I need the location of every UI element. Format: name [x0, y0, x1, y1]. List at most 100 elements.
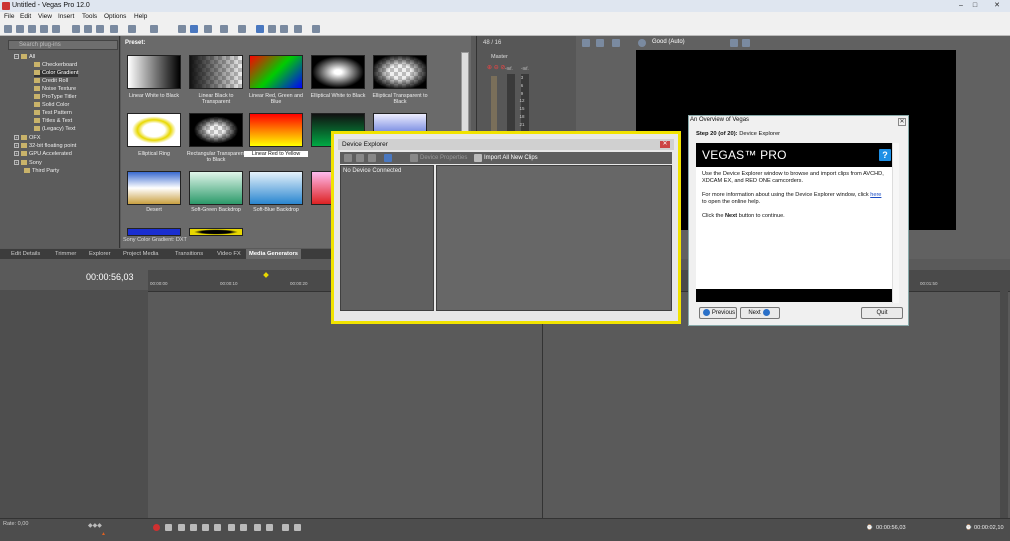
tree-item[interactable]: − All [14, 54, 35, 61]
import-icon[interactable] [474, 154, 482, 162]
tab-explorer[interactable]: Explorer [86, 249, 114, 259]
tab-project-media[interactable]: Project Media [120, 249, 161, 259]
ignore-grouping-icon[interactable] [238, 25, 246, 33]
help-icon[interactable]: ? [879, 149, 891, 161]
selection-tool-icon[interactable] [280, 25, 288, 33]
external-monitor-icon[interactable] [596, 39, 604, 47]
preset-thumbnail[interactable] [249, 113, 303, 147]
device-explorer-close-icon[interactable]: ✕ [660, 141, 670, 148]
preview-quality-select[interactable]: Good (Auto) [652, 39, 685, 45]
new-icon[interactable] [4, 25, 12, 33]
render-icon[interactable] [52, 25, 60, 33]
back-icon[interactable] [344, 154, 352, 162]
tree-item[interactable]: +32-bit floating point [14, 143, 76, 150]
envelope-tool-icon[interactable] [268, 25, 276, 33]
tab-transitions[interactable]: Transitions [172, 249, 206, 259]
online-help-link[interactable]: here [870, 192, 881, 198]
whats-this-icon[interactable] [312, 25, 320, 33]
tab-video-fx[interactable]: Video FX [214, 249, 244, 259]
tree-item[interactable]: ProType Titler [34, 94, 77, 101]
tree-item-selected[interactable]: Color Gradient [34, 70, 79, 77]
preset-thumbnail[interactable] [127, 171, 181, 205]
save-icon[interactable] [28, 25, 36, 33]
record-icon[interactable] [153, 524, 160, 531]
go-to-end-icon[interactable] [240, 524, 247, 531]
tree-item[interactable]: Checkerboard [34, 62, 77, 69]
menu-insert[interactable]: Insert [58, 12, 74, 22]
forward-icon[interactable] [356, 154, 364, 162]
tree-item[interactable]: Titles & Text [34, 118, 72, 125]
device-list[interactable]: No Device Connected [340, 165, 434, 311]
preset-thumbnail[interactable] [311, 55, 365, 89]
zoom-tool-icon[interactable] [294, 25, 302, 33]
preset-thumbnail[interactable] [189, 171, 243, 205]
redo-icon[interactable] [150, 25, 158, 33]
device-properties-icon[interactable] [410, 154, 418, 162]
tree-item[interactable]: Credit Roll [34, 78, 68, 85]
tab-edit-details[interactable]: Edit Details [8, 249, 43, 259]
loop-playback-icon[interactable] [165, 524, 172, 531]
properties-icon[interactable] [40, 25, 48, 33]
go-to-start-icon[interactable] [228, 524, 235, 531]
tree-item[interactable]: + Sony [14, 160, 42, 167]
overview-close-icon[interactable]: ✕ [898, 118, 906, 126]
cut-icon[interactable] [72, 25, 80, 33]
ripple-edit-icon[interactable] [204, 25, 212, 33]
refresh-icon[interactable] [368, 154, 376, 162]
project-properties-icon[interactable] [582, 39, 590, 47]
play-from-start-icon[interactable] [178, 524, 185, 531]
tree-item[interactable]: (Legacy) Text [34, 126, 75, 133]
copy-icon[interactable] [84, 25, 92, 33]
rate-slider-icon[interactable]: ◆◆◆ [88, 522, 102, 529]
tree-item[interactable]: + OFX [14, 135, 41, 142]
menu-help[interactable]: Help [134, 12, 147, 22]
tree-item[interactable]: Third Party [24, 168, 59, 175]
auto-crossfade-icon[interactable] [190, 25, 198, 33]
open-icon[interactable] [16, 25, 24, 33]
play-icon[interactable] [190, 524, 197, 531]
preset-thumbnail[interactable] [249, 55, 303, 89]
pause-icon[interactable] [202, 524, 209, 531]
previous-frame-icon[interactable] [254, 524, 261, 531]
preset-thumbnail[interactable] [127, 55, 181, 89]
zoom-in-icon[interactable] [282, 524, 289, 531]
expand-icon[interactable]: + [14, 135, 19, 141]
expand-icon[interactable]: + [14, 143, 19, 149]
preset-thumbnail[interactable] [189, 55, 243, 89]
next-button[interactable]: Next [740, 307, 780, 319]
snapshot-icon[interactable] [742, 39, 750, 47]
normal-edit-tool-icon[interactable] [256, 25, 264, 33]
tree-item[interactable]: Noise Texture [34, 86, 76, 93]
quit-button[interactable]: Quit [861, 307, 903, 319]
tab-trimmer[interactable]: Trimmer [52, 249, 79, 259]
tree-item[interactable]: + GPU Accelerated [14, 151, 72, 158]
timeline-vscroll[interactable] [1000, 283, 1008, 518]
undo-icon[interactable] [128, 25, 136, 33]
close-button[interactable]: ✕ [991, 1, 1003, 10]
delete-icon[interactable] [110, 25, 118, 33]
overlays-icon[interactable] [730, 39, 738, 47]
import-all-button[interactable]: Import All New Clips [484, 155, 538, 161]
menu-edit[interactable]: Edit [20, 12, 31, 22]
preset-thumbnail[interactable] [127, 113, 181, 147]
snapping-icon[interactable] [178, 25, 186, 33]
expand-icon[interactable]: + [14, 151, 19, 157]
preset-thumbnail[interactable] [189, 228, 243, 236]
preset-thumbnail[interactable] [127, 228, 181, 236]
tree-item[interactable]: Solid Color [34, 102, 69, 109]
previous-button[interactable]: Previous [699, 307, 737, 319]
next-frame-icon[interactable] [266, 524, 273, 531]
maximize-button[interactable]: □ [969, 1, 981, 10]
preset-thumbnail[interactable] [373, 55, 427, 89]
device-properties-button[interactable]: Device Properties [420, 155, 467, 161]
minimize-button[interactable]: – [955, 1, 967, 10]
tab-media-generators[interactable]: Media Generators [246, 249, 301, 259]
preset-thumbnail[interactable] [189, 113, 243, 147]
paste-icon[interactable] [96, 25, 104, 33]
menu-options[interactable]: Options [104, 12, 126, 22]
menu-view[interactable]: View [38, 12, 52, 22]
overview-scrollbar[interactable] [892, 143, 899, 303]
expand-icon[interactable]: + [14, 160, 19, 166]
views-icon[interactable] [384, 154, 392, 162]
lock-envelopes-icon[interactable] [220, 25, 228, 33]
